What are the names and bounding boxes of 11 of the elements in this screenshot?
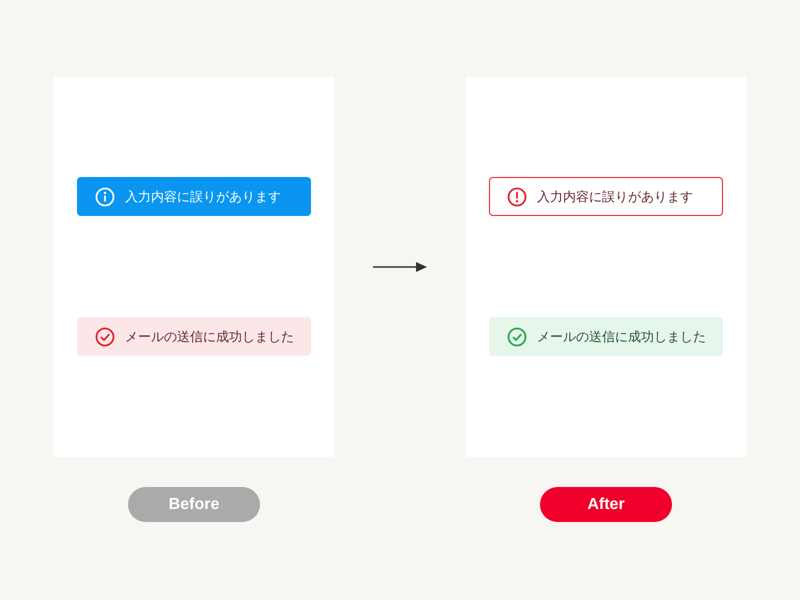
label-badge: After: [540, 487, 672, 522]
alert-text: 入力内容に誤りがあります: [125, 188, 281, 206]
alert-text: メールの送信に成功しました: [537, 328, 706, 346]
info-icon: [95, 186, 115, 206]
check-icon: [507, 326, 527, 346]
exclamation-icon: [507, 186, 527, 206]
label-badge: Before: [128, 487, 260, 522]
alert-text: 入力内容に誤りがあります: [537, 188, 693, 206]
check-icon: [95, 326, 115, 346]
alert-text: メールの送信に成功しました: [125, 328, 294, 346]
arrow-icon: [373, 261, 427, 273]
